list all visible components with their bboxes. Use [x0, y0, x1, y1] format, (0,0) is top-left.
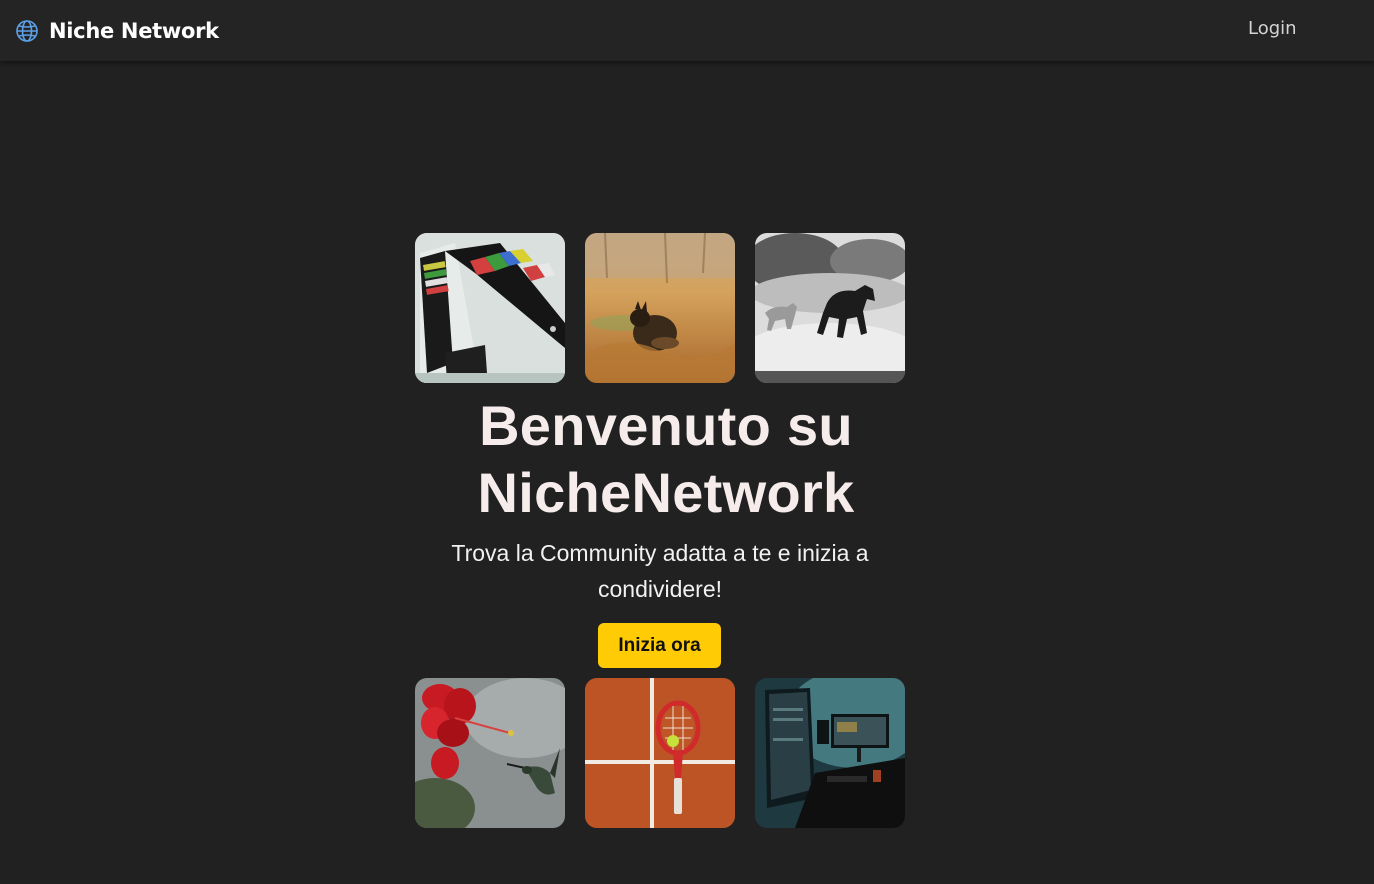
clapperboard-image: [415, 233, 565, 383]
hero-title: Benvenuto su NicheNetwork: [477, 394, 855, 524]
tennis-racket-image: [585, 678, 735, 828]
hero-subtitle: Trova la Community adatta a te e inizia …: [451, 540, 869, 602]
globe-icon: [15, 19, 39, 43]
brand-link[interactable]: Niche Network: [15, 17, 219, 45]
start-now-button[interactable]: Inizia ora: [598, 623, 721, 668]
login-link[interactable]: Login: [1248, 18, 1297, 39]
brand-name: Niche Network: [49, 19, 219, 43]
hummingbird-flower-image: [415, 678, 565, 828]
navbar: Niche Network Login: [0, 0, 1374, 61]
dog-in-field-image: [585, 233, 735, 383]
horses-image: [755, 233, 905, 383]
computer-desk-image: [755, 678, 905, 828]
